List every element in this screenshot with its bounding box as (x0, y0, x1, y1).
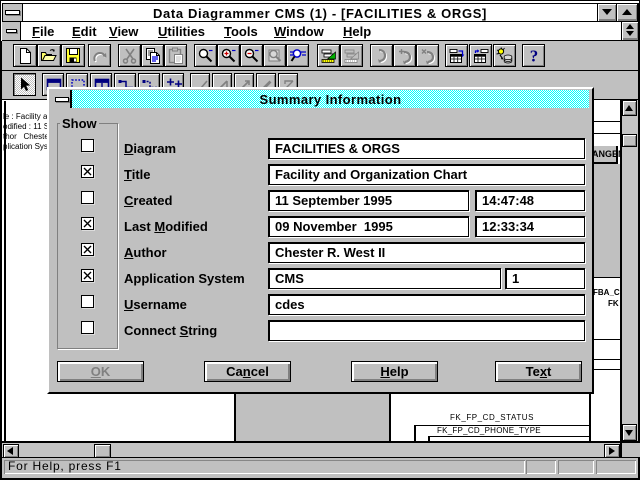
svg-text:?: ? (530, 47, 539, 65)
